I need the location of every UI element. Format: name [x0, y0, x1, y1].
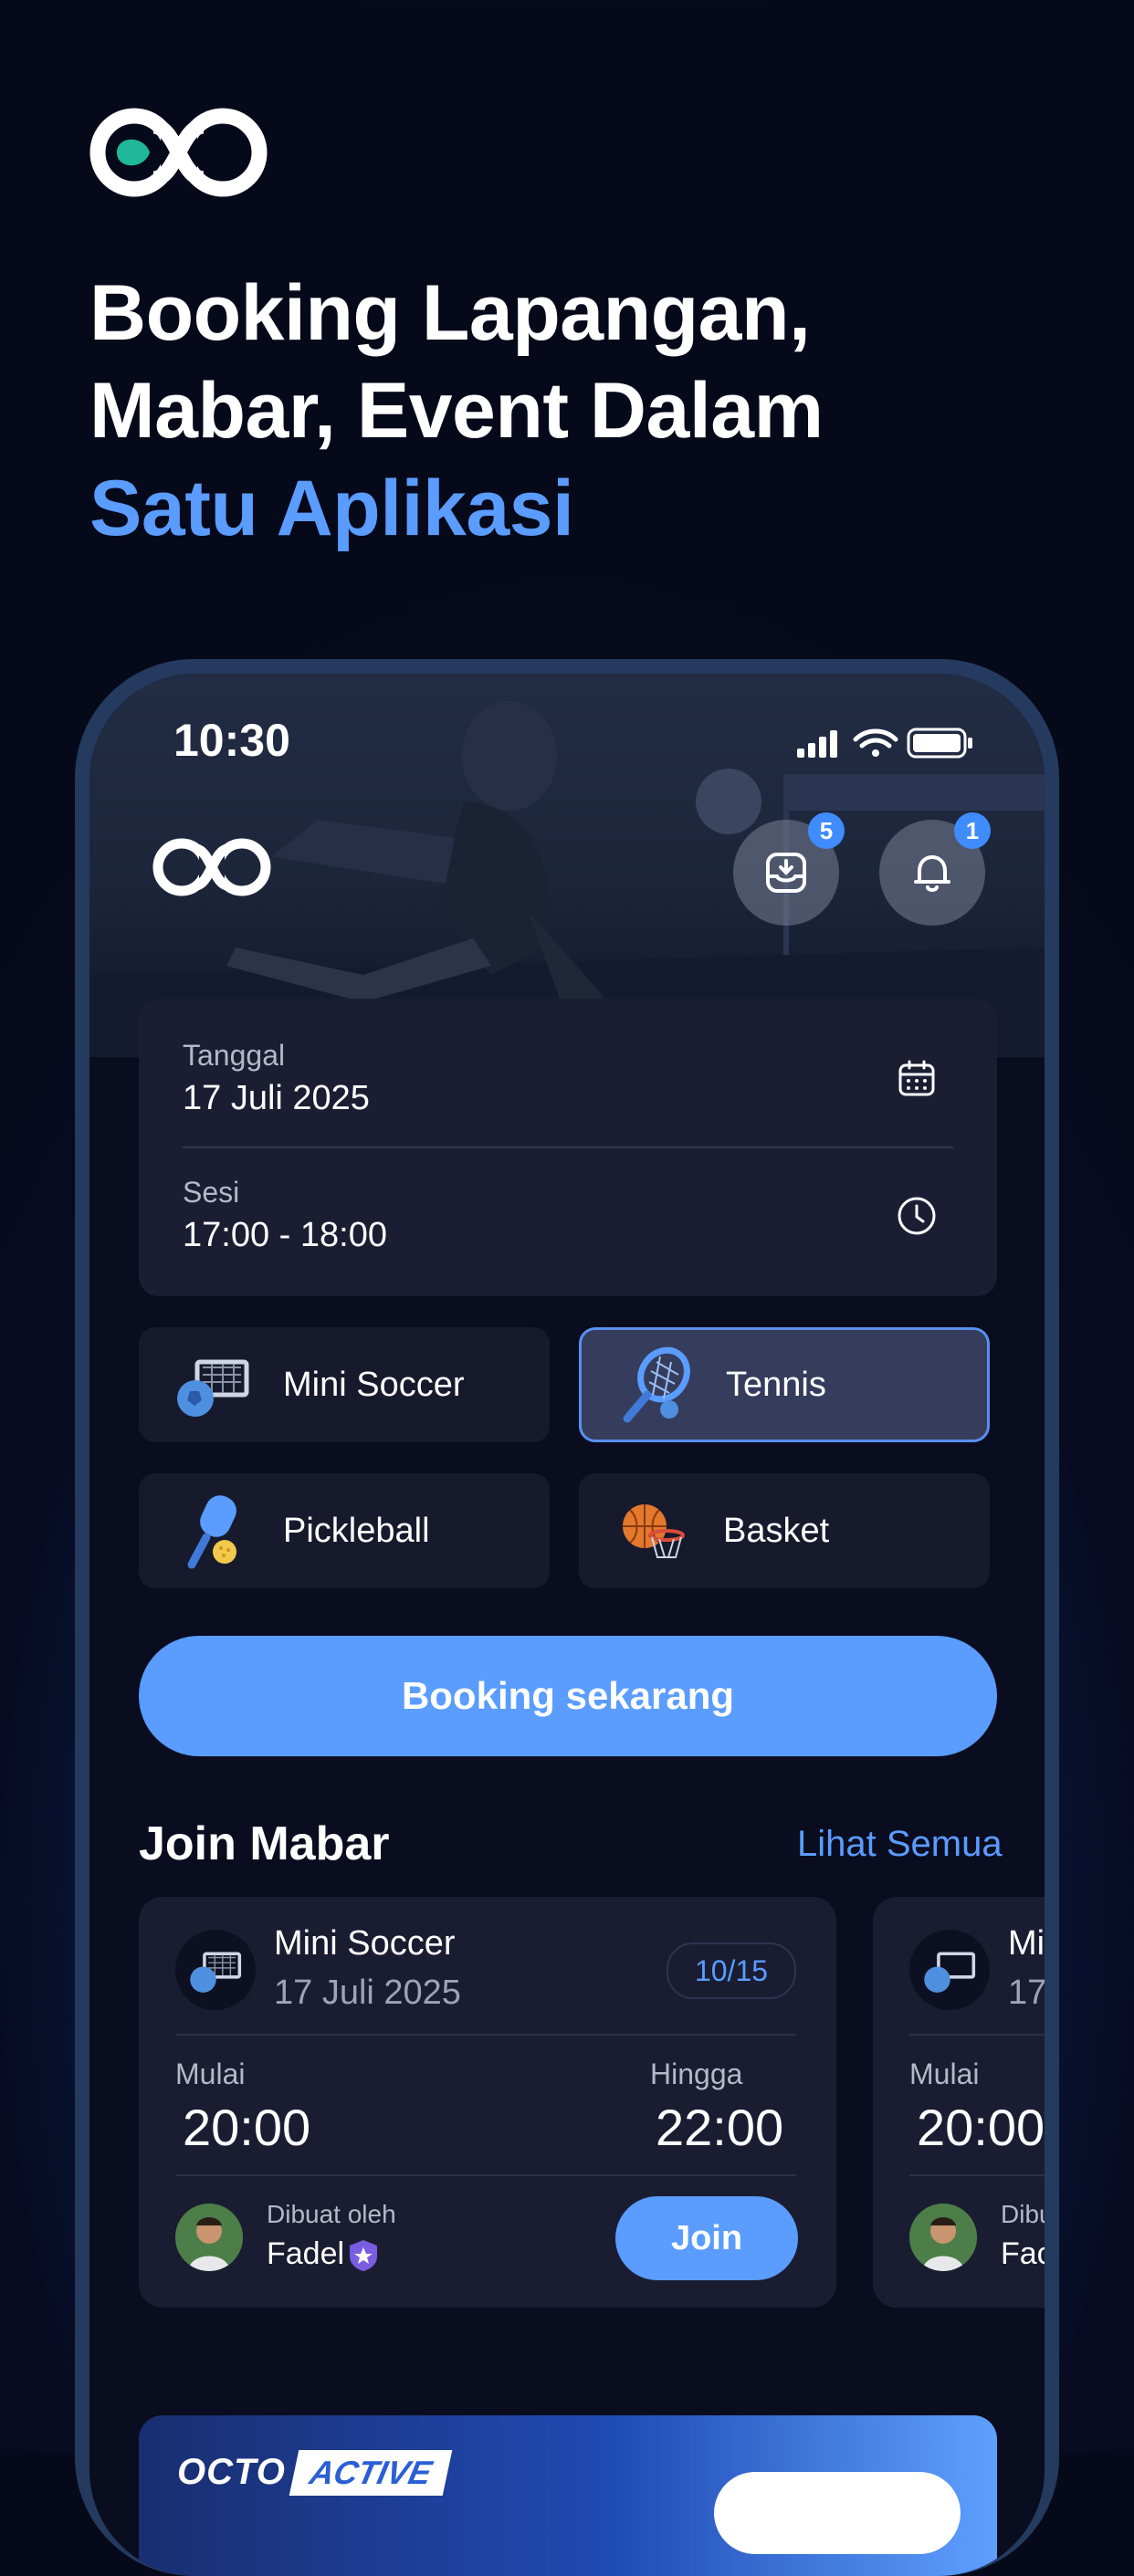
bell-icon [914, 855, 950, 892]
end-time: 22:00 [656, 2099, 784, 2156]
join-button[interactable]: Join [615, 2196, 798, 2280]
battery-icon [907, 728, 972, 759]
creator-name: Fadel [267, 2236, 345, 2271]
card-divider [909, 2034, 1045, 2036]
headline-line-1: Booking Lapangan, [89, 269, 811, 357]
booking-form-card: Tanggal 17 Juli 2025 Sesi 17:00 - 18:00 [139, 999, 997, 1296]
sport-basket[interactable]: Basket [579, 1473, 990, 1588]
card-divider [175, 2034, 796, 2036]
promo-brand: OCTO [177, 2452, 286, 2492]
created-by-label: Dibu [1001, 2200, 1045, 2228]
inbox-count-badge: 5 [808, 812, 845, 849]
wifi-icon [853, 728, 898, 757]
sport-label: Mini Soccer [283, 1365, 465, 1404]
created-by-label: Dibuat oleh [267, 2200, 396, 2228]
mabar-date: 17 Juli 2025 [274, 1974, 461, 2012]
join-mabar-title: Join Mabar [139, 1817, 390, 1870]
status-icons [797, 728, 972, 759]
start-label: Mulai [909, 2058, 980, 2090]
mabar-sport-icon [909, 1930, 990, 2010]
signal-icon [797, 730, 837, 758]
basketball-icon [623, 1504, 685, 1558]
promo-banner[interactable]: OCTO ACTIVE [139, 2415, 997, 2576]
tennis-racket-icon [623, 1346, 690, 1423]
promo-brand-tag: ACTIVE [289, 2450, 453, 2496]
status-time: 10:30 [173, 715, 290, 766]
end-label: Hingga [650, 2058, 743, 2090]
soccer-goal-icon [177, 1359, 249, 1417]
form-divider [183, 1147, 953, 1148]
promo-button[interactable] [714, 2472, 961, 2554]
phone-screen: 10:30 5 1 Tanggal 17 Juli 2025 Sesi 17:0… [89, 674, 1045, 2576]
avatar [175, 2204, 243, 2271]
soccer-goal-icon [924, 1952, 976, 1993]
sport-tennis[interactable]: Tennis [579, 1327, 990, 1442]
start-time: 20:00 [917, 2099, 1045, 2156]
calendar-icon[interactable] [895, 1057, 939, 1101]
sport-label: Pickleball [283, 1511, 430, 1550]
phone-mockup: 10:30 5 1 Tanggal 17 Juli 2025 Sesi 17:0… [75, 659, 1059, 2576]
session-label: Sesi [183, 1176, 240, 1209]
sport-label: Tennis [726, 1365, 826, 1404]
sport-label: Basket [723, 1511, 830, 1550]
mabar-card[interactable]: Mini Soccer 17 Juli 2025 10/15 Mulai 20:… [139, 1897, 836, 2308]
creator-name: Fac [1001, 2236, 1045, 2271]
mabar-sport-icon [175, 1930, 256, 2010]
inbox-download-icon [766, 853, 806, 893]
clock-icon[interactable] [895, 1194, 939, 1238]
verified-badge-icon [350, 2240, 377, 2271]
notification-button[interactable]: 1 [879, 812, 991, 926]
date-value: 17 Juli 2025 [183, 1079, 370, 1117]
mabar-date: 17 [1008, 1974, 1045, 2012]
pickleball-paddle-icon [187, 1495, 236, 1569]
card-divider [175, 2174, 796, 2176]
mabar-sport: Mi [1008, 1924, 1045, 1963]
card-divider [909, 2174, 1045, 2176]
mabar-card[interactable]: Mi 17 Mulai 20:00 Dibu Fac [873, 1897, 1045, 2308]
start-label: Mulai [175, 2058, 246, 2090]
headline-line-2: Mabar, Event Dalam [89, 367, 824, 455]
sport-pickleball[interactable]: Pickleball [139, 1473, 550, 1588]
start-time: 20:00 [183, 2099, 311, 2156]
avatar [909, 2204, 977, 2271]
app-logo [152, 838, 271, 896]
brand-logo [89, 108, 268, 197]
sport-mini-soccer[interactable]: Mini Soccer [139, 1327, 550, 1442]
mabar-slots-badge: 10/15 [667, 1942, 796, 1999]
inbox-button[interactable]: 5 [733, 812, 845, 926]
date-label: Tanggal [183, 1039, 286, 1072]
see-all-link[interactable]: Lihat Semua [797, 1824, 1003, 1865]
session-value: 17:00 - 18:00 [183, 1216, 387, 1254]
headline: Booking Lapangan, Mabar, Event Dalam Sat… [89, 265, 824, 558]
headline-line-3: Satu Aplikasi [89, 465, 574, 552]
notification-count-badge: 1 [954, 812, 991, 849]
mabar-sport: Mini Soccer [274, 1924, 456, 1963]
soccer-goal-icon [190, 1952, 242, 1993]
booking-now-button[interactable]: Booking sekarang [139, 1636, 997, 1756]
